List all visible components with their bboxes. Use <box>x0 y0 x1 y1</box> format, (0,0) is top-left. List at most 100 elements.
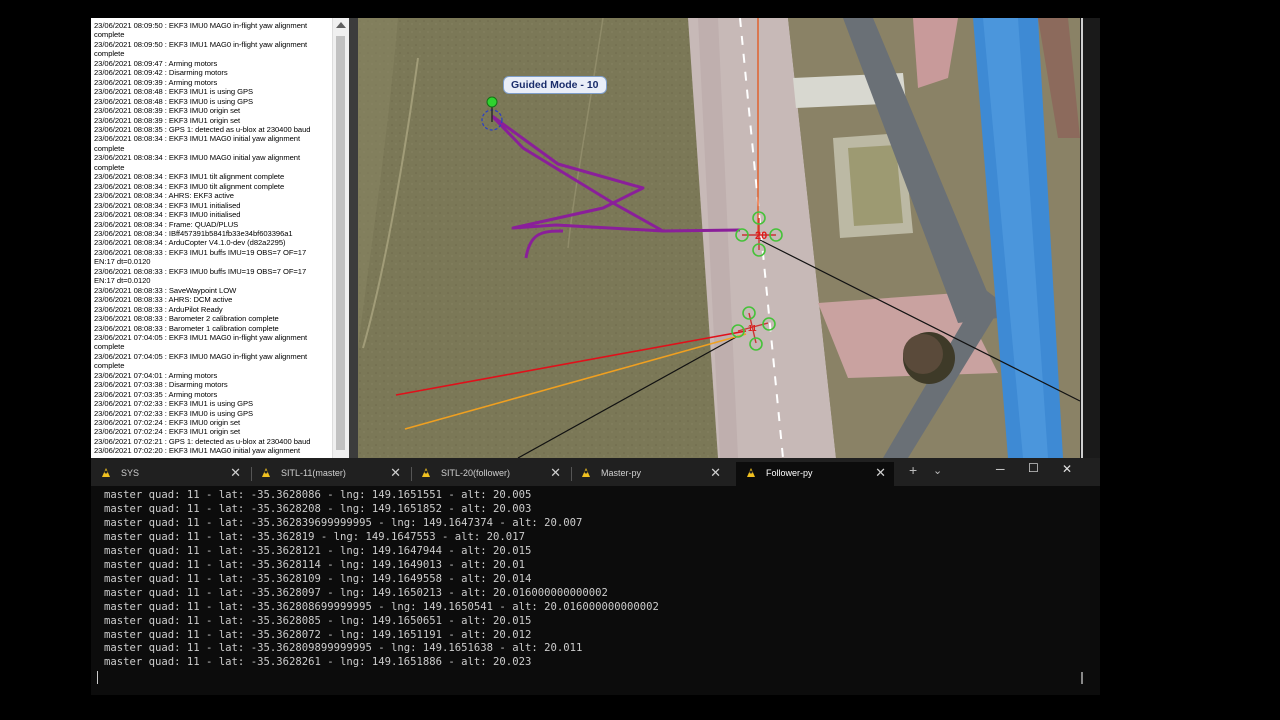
tab-label: SITL-20(follower) <box>441 468 511 478</box>
linux-penguin-icon <box>422 468 430 477</box>
minimize-icon[interactable]: ─ <box>996 462 1005 476</box>
message-line: 23/06/2021 08:09:42 : Disarming motors <box>94 68 228 78</box>
terminal-line: master quad: 11 - lat: -35.3628114 - lng… <box>104 558 525 571</box>
linux-penguin-icon <box>262 468 270 477</box>
terminal-line: master quad: 11 - lat: -35.3628098999999… <box>104 642 583 655</box>
message-line: 23/06/2021 08:08:34 : EKF3 IMU0 initiali… <box>94 210 241 220</box>
maximize-icon[interactable]: ☐ <box>1028 461 1039 475</box>
message-line: 23/06/2021 08:09:50 : EKF3 IMU1 MAG0 in-… <box>94 39 308 49</box>
message-line: 23/06/2021 08:09:47 : Arming motors <box>94 58 218 68</box>
message-line: 23/06/2021 08:08:33 : Barometer 1 calibr… <box>94 323 279 333</box>
terminal-cursor <box>97 671 98 684</box>
waypoint-marker-icon[interactable] <box>486 96 498 108</box>
terminal-line: master quad: 11 - lat: -35.3628396999999… <box>104 516 583 529</box>
building-roof <box>848 145 903 226</box>
master-id-label: 11 <box>748 324 757 333</box>
terminal-line: master quad: 11 - lat: -35.3628072 - lng… <box>104 628 532 641</box>
tree <box>903 334 943 374</box>
terminal-line: master quad: 11 - lat: -35.3628261 - lng… <box>104 656 532 669</box>
chevron-down-icon[interactable]: ⌄ <box>933 464 942 477</box>
close-icon[interactable]: ✕ <box>550 465 561 481</box>
message-line: 23/06/2021 08:08:34 : EKF3 IMU1 tilt ali… <box>94 172 285 182</box>
linux-penguin-icon <box>102 468 110 477</box>
message-line: 23/06/2021 08:08:33 : EKF3 IMU0 buffs IM… <box>94 266 307 276</box>
message-line: 23/06/2021 08:08:33 : EKF3 IMU1 buffs IM… <box>94 247 307 257</box>
message-line: 23/06/2021 07:02:33 : EKF3 IMU0 is using… <box>94 408 254 418</box>
message-line: 23/06/2021 07:02:24 : EKF3 IMU1 origin s… <box>94 427 241 437</box>
tab-follower-py[interactable]: Follower-py ✕ <box>736 462 894 486</box>
message-line: EN:17 dt=0.0120 <box>94 276 151 286</box>
message-line: 23/06/2021 08:09:50 : EKF3 IMU0 MAG0 in-… <box>94 21 308 30</box>
close-icon[interactable]: ✕ <box>390 465 401 481</box>
message-line: 23/06/2021 07:04:05 : EKF3 IMU1 MAG0 in-… <box>94 332 308 342</box>
map-canvas: 20 11 <box>358 18 1080 458</box>
message-line: 23/06/2021 08:08:33 : SaveWaypoint LOW <box>94 285 237 295</box>
terminal-line: master quad: 11 - lat: -35.3628086999999… <box>104 600 659 613</box>
message-line: complete <box>94 30 125 40</box>
tab-sys[interactable]: SYS ✕ <box>91 462 249 486</box>
messages-list: 23/06/2021 08:09:50 : EKF3 IMU0 MAG0 in-… <box>94 21 334 456</box>
messages-panel: 23/06/2021 08:09:50 : EKF3 IMU0 MAG0 in-… <box>91 18 349 458</box>
scroll-up-arrow-icon[interactable] <box>336 22 346 28</box>
message-line: 23/06/2021 07:02:21 : GPS 1: detected as… <box>94 436 311 446</box>
message-line: complete <box>94 361 125 371</box>
message-line: 23/06/2021 08:08:34 : EKF3 IMU1 MAG0 ini… <box>94 134 301 144</box>
message-line: 23/06/2021 08:08:34 : ArduCopter V4.1.0-… <box>94 238 286 248</box>
terminal-line: master quad: 11 - lat: -35.3628097 - lng… <box>104 586 608 599</box>
message-line: complete <box>94 49 125 59</box>
message-line: 23/06/2021 08:08:34 : EKF3 IMU1 initiali… <box>94 200 241 210</box>
message-line: 23/06/2021 07:04:05 : EKF3 IMU0 MAG0 in-… <box>94 351 308 361</box>
message-line: 23/06/2021 08:08:34 : EKF3 IMU0 MAG0 ini… <box>94 153 301 163</box>
message-line: 23/06/2021 08:08:39 : EKF3 IMU0 origin s… <box>94 106 241 116</box>
terminal-line: master quad: 11 - lat: -35.3628086 - lng… <box>104 489 532 501</box>
terminal-line: master quad: 11 - lat: -35.3628208 - lng… <box>104 502 532 515</box>
tab-label: Master-py <box>601 468 642 478</box>
scrollbar-thumb[interactable] <box>336 36 345 450</box>
message-line: 23/06/2021 07:02:24 : EKF3 IMU0 origin s… <box>94 418 241 428</box>
terminal-tab-bar: SYS ✕ SITL-11(master) ✕ SITL-20(follower… <box>91 458 1100 486</box>
map-side-bar <box>1080 18 1100 458</box>
linux-penguin-icon <box>747 468 755 477</box>
message-line: 23/06/2021 08:08:34 : IBff457391b5841fb3… <box>94 228 293 238</box>
message-line: 23/06/2021 08:09:39 : Arming motors <box>94 77 218 87</box>
follower-id-label: 20 <box>755 230 767 242</box>
terminal-line: master quad: 11 - lat: -35.3628085 - lng… <box>104 614 532 627</box>
message-line: 23/06/2021 08:08:34 : AHRS: EKF3 active <box>94 191 234 201</box>
tab-label: SITL-11(master) <box>281 468 346 478</box>
message-line: 23/06/2021 07:02:33 : EKF3 IMU1 is using… <box>94 399 254 409</box>
tab-label: Follower-py <box>766 468 813 478</box>
close-icon[interactable]: ✕ <box>230 465 241 481</box>
close-icon[interactable]: ✕ <box>875 465 886 481</box>
new-tab-plus-icon[interactable]: + <box>909 462 917 478</box>
window-close-icon[interactable]: ✕ <box>1062 462 1072 476</box>
message-line: complete <box>94 143 125 153</box>
message-line: complete <box>94 162 125 172</box>
terminal-window[interactable]: SYS ✕ SITL-11(master) ✕ SITL-20(follower… <box>91 458 1100 695</box>
panel-splitter[interactable] <box>349 18 358 458</box>
message-line: 23/06/2021 07:02:20 : EKF3 IMU1 MAG0 ini… <box>94 446 301 456</box>
tab-label: SYS <box>121 468 140 478</box>
guided-mode-label: Guided Mode - 10 <box>503 76 607 94</box>
message-line: 23/06/2021 07:03:35 : Arming motors <box>94 389 218 399</box>
message-line: complete <box>94 342 125 352</box>
message-line: 23/06/2021 08:08:48 : EKF3 IMU0 is using… <box>94 96 254 106</box>
message-line: 23/06/2021 07:03:38 : Disarming motors <box>94 380 228 390</box>
message-line: 23/06/2021 08:08:33 : Barometer 2 calibr… <box>94 314 279 324</box>
message-line: 23/06/2021 08:08:34 : EKF3 IMU0 tilt ali… <box>94 181 285 191</box>
tab-master-py[interactable]: Master-py ✕ <box>571 462 729 486</box>
tab-sitl-master[interactable]: SITL-11(master) ✕ <box>251 462 409 486</box>
messages-scrollbar[interactable] <box>332 18 349 458</box>
terminal-line: master quad: 11 - lat: -35.3628121 - lng… <box>104 544 532 557</box>
tab-sitl-follower[interactable]: SITL-20(follower) ✕ <box>411 462 569 486</box>
terminal-line: master quad: 11 - lat: -35.362819 - lng:… <box>104 530 525 543</box>
terminal-scrollbar[interactable] <box>1081 672 1083 684</box>
message-line: 23/06/2021 08:08:33 : AHRS: DCM active <box>94 295 233 305</box>
satellite-map[interactable]: 20 11 Guided Mode - 10 <box>358 18 1080 458</box>
message-line: 23/06/2021 08:08:35 : GPS 1: detected as… <box>94 124 311 134</box>
linux-penguin-icon <box>582 468 590 477</box>
terminal-line: master quad: 11 - lat: -35.3628109 - lng… <box>104 572 532 585</box>
message-line: 23/06/2021 08:08:33 : ArduPilot Ready <box>94 304 223 314</box>
close-icon[interactable]: ✕ <box>710 465 721 481</box>
message-line: 23/06/2021 08:08:39 : EKF3 IMU1 origin s… <box>94 115 241 125</box>
message-line: 23/06/2021 08:08:34 : Frame: QUAD/PLUS <box>94 219 239 229</box>
